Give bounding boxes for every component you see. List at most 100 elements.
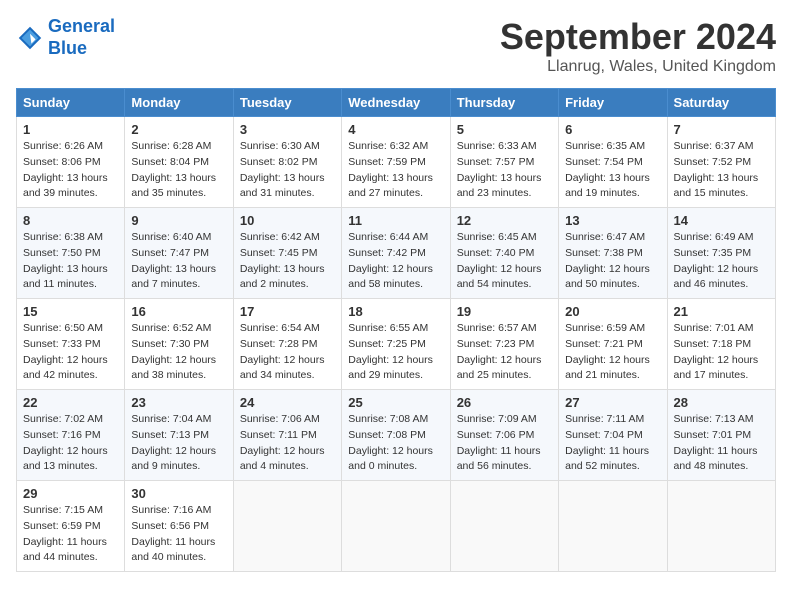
calendar-cell: 12 Sunrise: 6:45 AMSunset: 7:40 PMDayligh… — [450, 208, 558, 299]
weekday-header: Monday — [125, 89, 233, 117]
logo: General Blue — [16, 16, 115, 59]
calendar-row: 22Sunrise: 7:02 AMSunset: 7:16 PMDayligh… — [17, 390, 776, 481]
weekday-header: Tuesday — [233, 89, 341, 117]
calendar-cell — [667, 481, 775, 572]
day-info: Sunrise: 7:08 AMSunset: 7:08 PMDaylight:… — [348, 412, 443, 475]
day-info: Sunrise: 6:40 AMSunset: 7:47 PMDaylight:… — [131, 230, 226, 293]
day-info: Sunrise: 6:45 AMSunset: 7:40 PMDaylight:… — [457, 230, 552, 293]
day-number: 10 — [240, 213, 335, 228]
day-number: 19 — [457, 304, 552, 319]
day-info: Sunrise: 6:59 AMSunset: 7:21 PMDaylight:… — [565, 321, 660, 384]
day-info: Sunrise: 6:30 AMSunset: 8:02 PMDaylight:… — [240, 139, 335, 202]
day-number: 17 — [240, 304, 335, 319]
day-info: Sunrise: 6:49 AMSunset: 7:35 PMDaylight:… — [674, 230, 769, 293]
calendar-cell: 20 Sunrise: 6:59 AMSunset: 7:21 PMDayligh… — [559, 299, 667, 390]
day-info: Sunrise: 7:04 AMSunset: 7:13 PMDaylight:… — [131, 412, 226, 475]
header: General Blue September 2024 Llanrug, Wal… — [16, 16, 776, 76]
page-container: General Blue September 2024 Llanrug, Wal… — [16, 16, 776, 572]
day-info: Sunrise: 7:16 AMSunset: 6:56 PMDaylight:… — [131, 503, 226, 566]
day-number: 29 — [23, 486, 118, 501]
calendar-cell: 5 Sunrise: 6:33 AMSunset: 7:57 PMDaylight… — [450, 117, 558, 208]
day-info: Sunrise: 7:09 AMSunset: 7:06 PMDaylight:… — [457, 412, 552, 475]
day-info: Sunrise: 6:33 AMSunset: 7:57 PMDaylight:… — [457, 139, 552, 202]
logo-text: General Blue — [48, 16, 115, 59]
calendar-cell — [233, 481, 341, 572]
calendar-cell — [342, 481, 450, 572]
logo-icon — [16, 24, 44, 52]
day-number: 5 — [457, 122, 552, 137]
weekday-header: Saturday — [667, 89, 775, 117]
calendar-cell: 14 Sunrise: 6:49 AMSunset: 7:35 PMDayligh… — [667, 208, 775, 299]
calendar-row: 15Sunrise: 6:50 AMSunset: 7:33 PMDayligh… — [17, 299, 776, 390]
day-info: Sunrise: 6:38 AMSunset: 7:50 PMDaylight:… — [23, 230, 118, 293]
day-number: 18 — [348, 304, 443, 319]
day-info: Sunrise: 6:47 AMSunset: 7:38 PMDaylight:… — [565, 230, 660, 293]
day-number: 12 — [457, 213, 552, 228]
day-info: Sunrise: 6:55 AMSunset: 7:25 PMDaylight:… — [348, 321, 443, 384]
weekday-header: Sunday — [17, 89, 125, 117]
calendar-cell: 25 Sunrise: 7:08 AMSunset: 7:08 PMDayligh… — [342, 390, 450, 481]
day-info: Sunrise: 6:37 AMSunset: 7:52 PMDaylight:… — [674, 139, 769, 202]
title-area: September 2024 Llanrug, Wales, United Ki… — [500, 16, 776, 76]
day-info: Sunrise: 7:15 AMSunset: 6:59 PMDaylight:… — [23, 503, 118, 566]
calendar-cell: 19 Sunrise: 6:57 AMSunset: 7:23 PMDayligh… — [450, 299, 558, 390]
day-info: Sunrise: 6:50 AMSunset: 7:33 PMDaylight:… — [23, 321, 118, 384]
day-number: 21 — [674, 304, 769, 319]
day-info: Sunrise: 7:13 AMSunset: 7:01 PMDaylight:… — [674, 412, 769, 475]
calendar-cell: 11Sunrise: 6:44 AMSunset: 7:42 PMDayligh… — [342, 208, 450, 299]
day-info: Sunrise: 6:28 AMSunset: 8:04 PMDaylight:… — [131, 139, 226, 202]
calendar-cell: 7Sunrise: 6:37 AMSunset: 7:52 PMDaylight… — [667, 117, 775, 208]
calendar-cell: 17 Sunrise: 6:54 AMSunset: 7:28 PMDayligh… — [233, 299, 341, 390]
calendar-cell: 16 Sunrise: 6:52 AMSunset: 7:30 PMDayligh… — [125, 299, 233, 390]
day-info: Sunrise: 6:57 AMSunset: 7:23 PMDaylight:… — [457, 321, 552, 384]
calendar-cell: 23 Sunrise: 7:04 AMSunset: 7:13 PMDayligh… — [125, 390, 233, 481]
calendar-cell: 4 Sunrise: 6:32 AMSunset: 7:59 PMDaylight… — [342, 117, 450, 208]
calendar-cell: 24 Sunrise: 7:06 AMSunset: 7:11 PMDayligh… — [233, 390, 341, 481]
day-number: 24 — [240, 395, 335, 410]
calendar-cell — [450, 481, 558, 572]
day-number: 30 — [131, 486, 226, 501]
calendar-cell: 6Sunrise: 6:35 AMSunset: 7:54 PMDaylight… — [559, 117, 667, 208]
day-number: 8 — [23, 213, 118, 228]
day-info: Sunrise: 7:02 AMSunset: 7:16 PMDaylight:… — [23, 412, 118, 475]
day-number: 4 — [348, 122, 443, 137]
calendar-cell: 18 Sunrise: 6:55 AMSunset: 7:25 PMDayligh… — [342, 299, 450, 390]
calendar-cell: 8 Sunrise: 6:38 AMSunset: 7:50 PMDaylight… — [17, 208, 125, 299]
calendar-cell: 13 Sunrise: 6:47 AMSunset: 7:38 PMDayligh… — [559, 208, 667, 299]
month-title: September 2024 — [500, 16, 776, 58]
weekday-header: Wednesday — [342, 89, 450, 117]
day-info: Sunrise: 6:26 AMSunset: 8:06 PMDaylight:… — [23, 139, 118, 202]
day-number: 1 — [23, 122, 118, 137]
day-info: Sunrise: 6:32 AMSunset: 7:59 PMDaylight:… — [348, 139, 443, 202]
calendar-cell — [559, 481, 667, 572]
calendar-row: 1 Sunrise: 6:26 AMSunset: 8:06 PMDaylight… — [17, 117, 776, 208]
calendar-cell: 26Sunrise: 7:09 AMSunset: 7:06 PMDayligh… — [450, 390, 558, 481]
weekday-header: Thursday — [450, 89, 558, 117]
day-number: 16 — [131, 304, 226, 319]
calendar-cell: 30 Sunrise: 7:16 AMSunset: 6:56 PMDayligh… — [125, 481, 233, 572]
calendar-cell: 1 Sunrise: 6:26 AMSunset: 8:06 PMDaylight… — [17, 117, 125, 208]
day-info: Sunrise: 7:01 AMSunset: 7:18 PMDaylight:… — [674, 321, 769, 384]
calendar-cell: 10Sunrise: 6:42 AMSunset: 7:45 PMDayligh… — [233, 208, 341, 299]
day-number: 3 — [240, 122, 335, 137]
day-number: 28 — [674, 395, 769, 410]
calendar-row: 8 Sunrise: 6:38 AMSunset: 7:50 PMDaylight… — [17, 208, 776, 299]
day-info: Sunrise: 6:54 AMSunset: 7:28 PMDaylight:… — [240, 321, 335, 384]
day-number: 23 — [131, 395, 226, 410]
day-number: 2 — [131, 122, 226, 137]
calendar-cell: 21 Sunrise: 7:01 AMSunset: 7:18 PMDayligh… — [667, 299, 775, 390]
day-number: 13 — [565, 213, 660, 228]
calendar-cell: 27Sunrise: 7:11 AMSunset: 7:04 PMDayligh… — [559, 390, 667, 481]
day-info: Sunrise: 6:44 AMSunset: 7:42 PMDaylight:… — [348, 230, 443, 293]
day-number: 14 — [674, 213, 769, 228]
calendar-cell: 29 Sunrise: 7:15 AMSunset: 6:59 PMDayligh… — [17, 481, 125, 572]
day-info: Sunrise: 6:52 AMSunset: 7:30 PMDaylight:… — [131, 321, 226, 384]
day-number: 25 — [348, 395, 443, 410]
day-number: 20 — [565, 304, 660, 319]
calendar-cell: 3 Sunrise: 6:30 AMSunset: 8:02 PMDaylight… — [233, 117, 341, 208]
day-info: Sunrise: 7:06 AMSunset: 7:11 PMDaylight:… — [240, 412, 335, 475]
location: Llanrug, Wales, United Kingdom — [500, 58, 776, 76]
calendar-cell: 9Sunrise: 6:40 AMSunset: 7:47 PMDaylight… — [125, 208, 233, 299]
calendar-cell: 28 Sunrise: 7:13 AMSunset: 7:01 PMDayligh… — [667, 390, 775, 481]
weekday-header: Friday — [559, 89, 667, 117]
